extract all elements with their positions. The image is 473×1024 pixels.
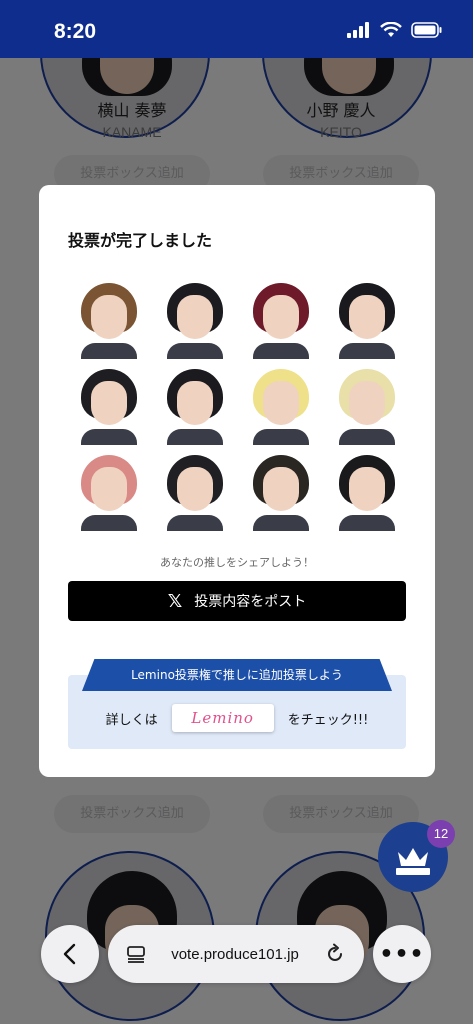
vote-complete-modal: 投票が完了しました あなたの推しをシェアしよう！ 𝕏 投票内容をポスト Lemi… — [39, 185, 435, 777]
member-photo — [329, 363, 405, 445]
member-photo — [157, 277, 233, 359]
x-logo-icon: 𝕏 — [167, 590, 183, 612]
member-photo — [71, 449, 147, 531]
signal-icon — [347, 22, 369, 38]
more-options-button[interactable]: ••• — [373, 925, 431, 983]
status-icons — [347, 22, 443, 38]
lemino-prefix-text: 詳しくは — [105, 712, 158, 728]
back-button[interactable] — [41, 925, 99, 983]
status-bar: 8:20 — [0, 0, 473, 58]
reload-icon[interactable] — [324, 943, 346, 965]
member-photo — [71, 277, 147, 359]
member-photo — [243, 449, 319, 531]
member-photo — [157, 449, 233, 531]
member-photo — [243, 277, 319, 359]
url-text: vote.produce101.jp — [171, 945, 299, 963]
post-button-label: 投票内容をポスト — [194, 594, 307, 610]
member-photo — [329, 277, 405, 359]
member-photo — [157, 363, 233, 445]
ellipsis-icon: ••• — [379, 941, 425, 967]
modal-title: 投票が完了しました — [68, 231, 213, 250]
member-photo — [243, 363, 319, 445]
member-photo — [329, 449, 405, 531]
vote-count-badge: 12 — [427, 820, 455, 848]
voted-members-grid — [68, 277, 408, 537]
member-photo — [71, 363, 147, 445]
tabs-icon — [127, 946, 145, 963]
status-time: 8:20 — [54, 20, 97, 43]
address-bar[interactable]: vote.produce101.jp — [108, 925, 364, 983]
lemino-promo-banner: Lemino投票権で推しに追加投票しよう — [82, 659, 392, 691]
lemino-promo-row: 詳しくは Lemino をチェック!!! — [68, 702, 406, 734]
post-to-x-button[interactable]: 𝕏 投票内容をポスト — [68, 581, 406, 621]
battery-icon — [411, 22, 442, 38]
share-caption: あなたの推しをシェアしよう！ — [160, 556, 314, 569]
lemino-logo-link[interactable]: Lemino — [171, 704, 274, 732]
lemino-suffix-text: をチェック!!! — [287, 712, 369, 728]
chevron-left-icon — [63, 943, 76, 965]
wifi-icon — [380, 22, 402, 37]
